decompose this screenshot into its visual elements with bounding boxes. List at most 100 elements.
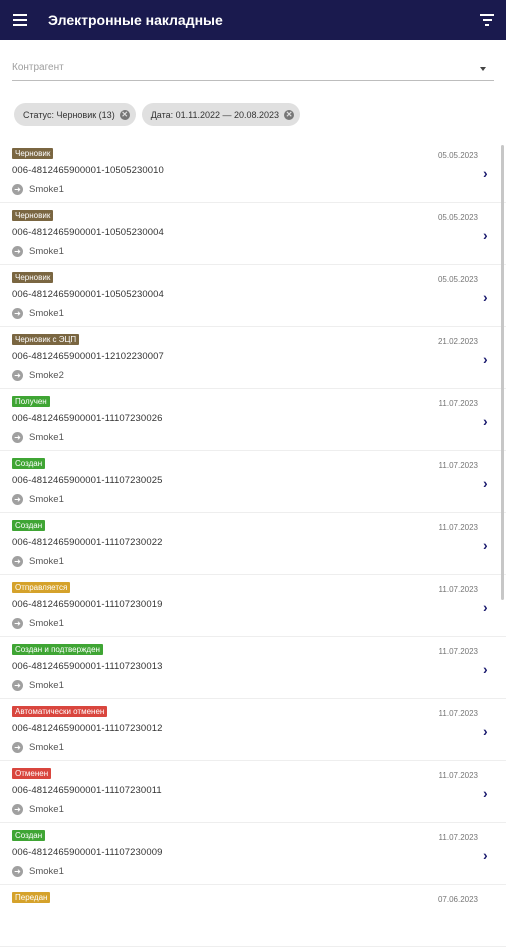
- list-item[interactable]: Создан и подтвержден 11.07.2023 006-481246…: [0, 637, 506, 699]
- filter-icon[interactable]: [480, 14, 494, 26]
- list-item[interactable]: Отправляется 11.07.2023 006-4812465900001-…: [0, 575, 506, 637]
- date-label: 21.02.2023: [437, 337, 478, 346]
- document-number: 006-4812465900001-10505230004: [12, 227, 164, 238]
- partner-name: Smoke1: [29, 804, 64, 815]
- chevron-right-icon[interactable]: ›: [483, 352, 488, 366]
- status-badge: Отменен: [12, 768, 52, 779]
- menu-icon[interactable]: [13, 14, 27, 26]
- list-item[interactable]: Черновик с ЭЦП 21.02.2023 006-481246590000…: [0, 327, 506, 389]
- partner-name: Smoke1: [29, 308, 64, 319]
- date-label: 11.07.2023: [438, 709, 478, 718]
- partner-name: Smoke1: [29, 618, 64, 629]
- date-label: 11.07.2023: [438, 833, 478, 842]
- chevron-right-icon[interactable]: ›: [483, 228, 488, 242]
- list-item[interactable]: Получен 11.07.2023 006-4812465900001-11107…: [0, 389, 506, 451]
- chevron-right-icon[interactable]: ›: [483, 290, 488, 304]
- partner-name: Smoke1: [29, 184, 64, 195]
- partner-name: Smoke1: [29, 494, 64, 505]
- arrow-right-icon: ➜: [12, 494, 23, 505]
- status-badge: Черновик: [12, 148, 54, 159]
- status-badge: Передан: [12, 892, 51, 903]
- chevron-right-icon[interactable]: ›: [483, 476, 488, 490]
- chevron-right-icon[interactable]: ›: [483, 538, 488, 552]
- document-number: 006-4812465900001-11107230013: [12, 661, 163, 672]
- list-item[interactable]: Черновик 05.05.2023 006-4812465900001-1050…: [0, 141, 506, 203]
- arrow-right-icon: ➜: [12, 618, 23, 629]
- close-icon[interactable]: ✕: [119, 109, 130, 120]
- arrow-right-icon: ➜: [12, 866, 23, 877]
- list-item[interactable]: Создан 11.07.2023 006-4812465900001-111072…: [0, 823, 506, 885]
- app-bar: Электронные накладные: [0, 0, 506, 40]
- chevron-right-icon[interactable]: ›: [483, 724, 488, 738]
- date-label: 11.07.2023: [438, 523, 478, 532]
- partner-name: Smoke1: [29, 680, 64, 691]
- kontragent-label: Контрагент: [12, 62, 64, 73]
- arrow-right-icon: ➜: [12, 308, 23, 319]
- date-label: 11.07.2023: [438, 461, 478, 470]
- date-label: 11.07.2023: [438, 585, 478, 594]
- arrow-right-icon: ➜: [12, 184, 23, 195]
- chevron-right-icon[interactable]: ›: [483, 600, 488, 614]
- chevron-right-icon[interactable]: ›: [483, 786, 488, 800]
- date-label: 11.07.2023: [438, 647, 478, 656]
- list-item[interactable]: Черновик 05.05.2023 006-4812465900001-1050…: [0, 203, 506, 265]
- document-number: 006-4812465900001-11107230019: [12, 599, 163, 610]
- partner-name: Smoke2: [29, 370, 64, 381]
- arrow-right-icon: ➜: [12, 556, 23, 567]
- partner-name: Smoke1: [29, 866, 64, 877]
- list-item[interactable]: Создан 11.07.2023 006-4812465900001-111072…: [0, 513, 506, 575]
- arrow-right-icon: ➜: [12, 370, 23, 381]
- partner-name: Smoke1: [29, 742, 64, 753]
- partner-name: Smoke1: [29, 556, 64, 567]
- document-number: 006-4812465900001-12102230007: [12, 351, 164, 362]
- status-badge: Автоматически отменен: [12, 706, 108, 717]
- document-number: 006-4812465900001-11107230012: [12, 723, 163, 734]
- partner-name: Smoke1: [29, 246, 64, 257]
- date-label: 05.05.2023: [437, 213, 478, 222]
- arrow-right-icon: ➜: [12, 742, 23, 753]
- status-badge: Получен: [12, 396, 50, 407]
- status-badge: Черновик с ЭЦП: [12, 334, 80, 345]
- arrow-right-icon: ➜: [12, 246, 23, 257]
- filter-chips: Статус: Черновик (13) ✕ Дата: 01.11.2022…: [14, 103, 301, 126]
- dropdown-arrow-icon: [480, 67, 486, 71]
- status-badge: Создан и подтвержден: [12, 644, 103, 655]
- date-label: 11.07.2023: [438, 771, 478, 780]
- page-title: Электронные накладные: [48, 12, 223, 28]
- arrow-right-icon: ➜: [12, 804, 23, 815]
- kontragent-select[interactable]: Контрагент: [12, 58, 494, 81]
- chevron-right-icon[interactable]: ›: [483, 414, 488, 428]
- chip-label: Дата: 01.11.2022 — 20.08.2023: [150, 109, 280, 120]
- close-icon[interactable]: ✕: [284, 109, 295, 120]
- date-filter-chip[interactable]: Дата: 01.11.2022 — 20.08.2023 ✕: [141, 103, 301, 126]
- arrow-right-icon: ➜: [12, 432, 23, 443]
- status-badge: Создан: [12, 830, 46, 841]
- chevron-right-icon[interactable]: ›: [483, 662, 488, 676]
- document-number: 006-4812465900001-10505230004: [12, 289, 164, 300]
- document-number: 006-4812465900001-11107230026: [12, 413, 163, 424]
- chevron-right-icon[interactable]: ›: [483, 166, 488, 180]
- document-number: 006-4812465900001-11107230022: [12, 537, 163, 548]
- arrow-right-icon: ➜: [12, 680, 23, 691]
- scrollbar[interactable]: [501, 145, 504, 600]
- status-badge: Создан: [12, 458, 46, 469]
- date-label: 11.07.2023: [438, 399, 478, 408]
- status-filter-chip[interactable]: Статус: Черновик (13) ✕: [14, 103, 136, 126]
- document-number: 006-4812465900001-11107230009: [12, 847, 163, 858]
- list-item[interactable]: Передан 07.06.2023: [0, 885, 506, 947]
- partner-name: Smoke1: [29, 432, 64, 443]
- status-badge: Черновик: [12, 210, 54, 221]
- date-label: 05.05.2023: [437, 151, 478, 160]
- invoice-list: Черновик 05.05.2023 006-4812465900001-1050…: [0, 141, 506, 947]
- list-item[interactable]: Черновик 05.05.2023 006-4812465900001-1050…: [0, 265, 506, 327]
- chip-label: Статус: Черновик (13): [23, 109, 115, 120]
- list-item[interactable]: Создан 11.07.2023 006-4812465900001-111072…: [0, 451, 506, 513]
- document-number: 006-4812465900001-10505230010: [12, 165, 164, 176]
- document-number: 006-4812465900001-11107230011: [12, 785, 162, 796]
- list-item[interactable]: Отменен 11.07.2023 006-4812465900001-11107…: [0, 761, 506, 823]
- status-badge: Создан: [12, 520, 46, 531]
- list-item[interactable]: Автоматически отменен 11.07.2023 006-48124…: [0, 699, 506, 761]
- status-badge: Черновик: [12, 272, 54, 283]
- document-number: 006-4812465900001-11107230025: [12, 475, 163, 486]
- chevron-right-icon[interactable]: ›: [483, 848, 488, 862]
